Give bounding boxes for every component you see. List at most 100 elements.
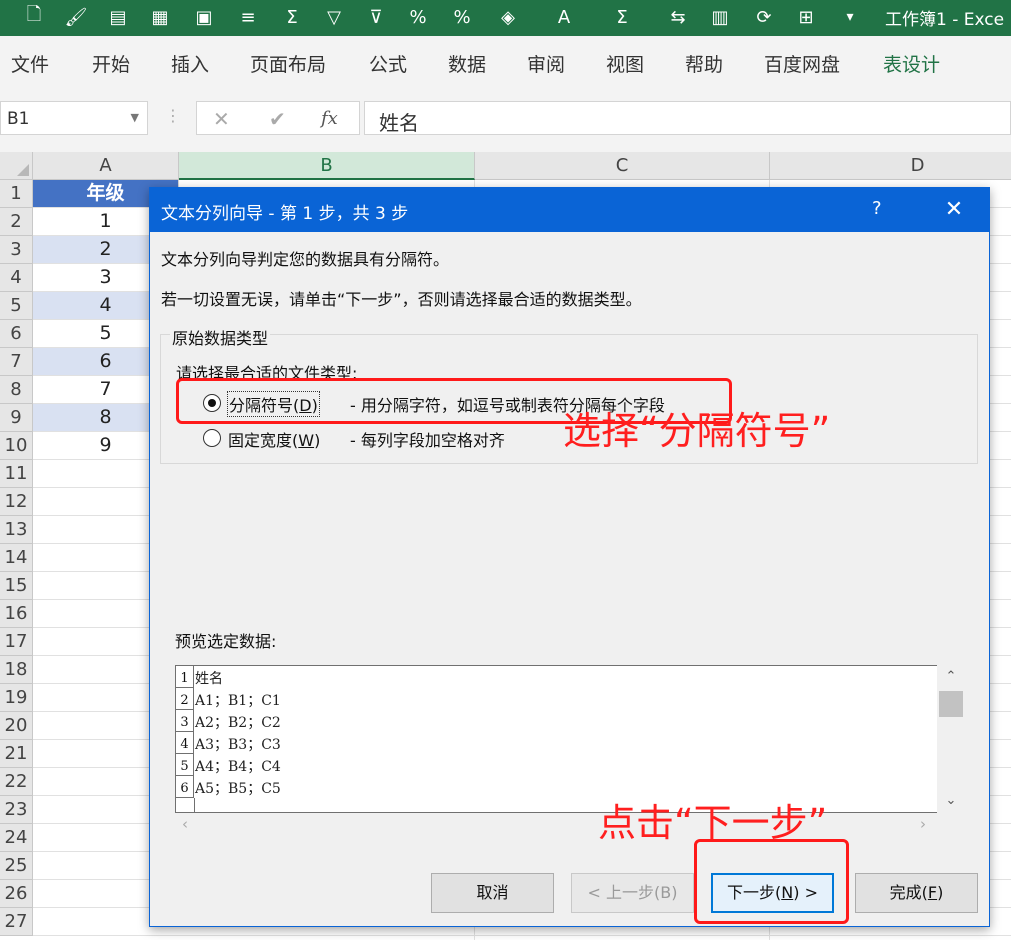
row-header[interactable]: 4 bbox=[0, 264, 33, 292]
scroll-thumb[interactable] bbox=[939, 691, 963, 717]
row-header[interactable]: 8 bbox=[0, 376, 33, 404]
tab-view[interactable]: 视图 bbox=[606, 50, 644, 77]
row-header[interactable]: 23 bbox=[0, 796, 33, 824]
tab-help[interactable]: 帮助 bbox=[685, 50, 723, 77]
scroll-left-icon[interactable]: ‹ bbox=[182, 815, 188, 833]
title-bar: 🗋 🖌 ▤ ▦ ▣ ≡ Σ ▽ ⊽ % % ◈ A Σ ⇆ ▥ ⟳ ⊞ ▾ 工作… bbox=[0, 0, 1011, 36]
tab-review[interactable]: 审阅 bbox=[527, 50, 565, 77]
fixed-width-description: - 每列字段加空格对齐 bbox=[350, 431, 505, 450]
column-header-b[interactable]: B bbox=[179, 152, 475, 180]
finish-button[interactable]: 完成(F) bbox=[855, 873, 978, 913]
percent-icon[interactable]: % bbox=[448, 4, 476, 30]
row-header[interactable]: 7 bbox=[0, 348, 33, 376]
formula-input[interactable]: 姓名 bbox=[364, 101, 1011, 135]
preview-vertical-scrollbar[interactable]: ⌃ ⌄ bbox=[937, 665, 965, 813]
tab-baidu-netdisk[interactable]: 百度网盘 bbox=[764, 50, 840, 77]
sum-icon[interactable]: Σ bbox=[278, 4, 306, 30]
cancel-icon[interactable]: ✕ bbox=[213, 107, 230, 131]
tab-data[interactable]: 数据 bbox=[448, 50, 486, 77]
row-header[interactable]: 16 bbox=[0, 600, 33, 628]
splitter-handle[interactable]: ⋮ bbox=[165, 106, 181, 125]
autosum-icon[interactable]: Σ bbox=[608, 4, 636, 30]
preview-row-number: 2 bbox=[176, 688, 194, 710]
tab-file[interactable]: 文件 bbox=[11, 50, 49, 77]
format-painter-icon[interactable]: 🖌 bbox=[62, 4, 90, 30]
help-icon[interactable]: ? bbox=[872, 198, 882, 219]
name-box-value: B1 bbox=[7, 109, 30, 129]
row-header[interactable]: 26 bbox=[0, 880, 33, 908]
row-header[interactable]: 10 bbox=[0, 432, 33, 460]
row-header[interactable]: 2 bbox=[0, 208, 33, 236]
align-icon[interactable]: ≡ bbox=[234, 4, 262, 30]
more-icon[interactable]: ▾ bbox=[836, 4, 864, 30]
row-header[interactable]: 14 bbox=[0, 544, 33, 572]
preview-row-number: 4 bbox=[176, 732, 194, 754]
annotation-box-next bbox=[694, 839, 849, 924]
row-header[interactable]: 6 bbox=[0, 320, 33, 348]
row-header[interactable]: 19 bbox=[0, 684, 33, 712]
tab-insert[interactable]: 插入 bbox=[171, 50, 209, 77]
row-header[interactable]: 15 bbox=[0, 572, 33, 600]
row-header[interactable]: 3 bbox=[0, 236, 33, 264]
row-header[interactable]: 20 bbox=[0, 712, 33, 740]
row-header[interactable]: 22 bbox=[0, 768, 33, 796]
formula-bar: B1 ▼ ⋮ ✕ ✔ fx 姓名 bbox=[0, 88, 1011, 152]
data-preview[interactable]: 1 姓名 2 A1；B1；C1 3 A2；B2；C2 4 A3；B3；C3 5 A4；B4；C4 6… bbox=[175, 665, 938, 813]
column-header-a[interactable]: A bbox=[33, 152, 179, 180]
row-header[interactable]: 9 bbox=[0, 404, 33, 432]
percent-decimal-icon[interactable]: % bbox=[404, 4, 432, 30]
name-box[interactable]: B1 ▼ bbox=[0, 101, 148, 135]
row-header[interactable]: 1 bbox=[0, 180, 33, 208]
row-header[interactable]: 18 bbox=[0, 656, 33, 684]
dialog-title-bar: 文本分列向导 - 第 1 步，共 3 步 ? ✕ bbox=[150, 188, 989, 232]
preview-row-text: A1；B1；C1 bbox=[195, 693, 281, 709]
row-header[interactable]: 25 bbox=[0, 852, 33, 880]
row-header[interactable]: 21 bbox=[0, 740, 33, 768]
scroll-up-icon[interactable]: ⌃ bbox=[937, 665, 965, 689]
filter-icon[interactable]: ▽ bbox=[320, 4, 348, 30]
preview-row-number: 3 bbox=[176, 710, 194, 732]
refresh-icon[interactable]: ⟳ bbox=[750, 4, 778, 30]
close-icon[interactable]: ✕ bbox=[936, 194, 972, 226]
back-button[interactable]: < 上一步(B) bbox=[571, 873, 694, 913]
fill-color-icon[interactable]: ◈ bbox=[494, 4, 522, 30]
cancel-button[interactable]: 取消 bbox=[431, 873, 554, 913]
scroll-down-icon[interactable]: ⌄ bbox=[937, 789, 965, 813]
scroll-right-icon[interactable]: › bbox=[920, 815, 926, 833]
preview-row-number: 6 bbox=[176, 776, 194, 798]
freeze-icon[interactable]: ▥ bbox=[706, 4, 734, 30]
fixed-width-label[interactable]: 固定宽度(W) bbox=[228, 427, 320, 451]
font-color-icon[interactable]: A bbox=[550, 4, 578, 30]
confirm-icon[interactable]: ✔ bbox=[269, 107, 286, 131]
film-icon[interactable]: ▣ bbox=[190, 4, 218, 30]
fixed-width-radio[interactable] bbox=[203, 429, 221, 447]
insert-function-icon[interactable]: fx bbox=[321, 108, 338, 129]
file-icon[interactable]: 🗋 bbox=[20, 4, 48, 30]
row-header[interactable]: 5 bbox=[0, 292, 33, 320]
preview-row-text: A4；B4；C4 bbox=[195, 759, 281, 775]
preview-row-text: A3；B3；C3 bbox=[195, 737, 281, 753]
select-all-corner[interactable] bbox=[0, 152, 33, 180]
tab-formulas[interactable]: 公式 bbox=[369, 50, 407, 77]
column-header-c[interactable]: C bbox=[475, 152, 770, 180]
tab-page-layout[interactable]: 页面布局 bbox=[250, 50, 326, 77]
tab-home[interactable]: 开始 bbox=[92, 50, 130, 77]
row-header[interactable]: 13 bbox=[0, 516, 33, 544]
text-to-columns-icon[interactable]: ⇆ bbox=[664, 4, 692, 30]
ribbon-tabs: 文件 开始 插入 页面布局 公式 数据 审阅 视图 帮助 百度网盘 表设计 bbox=[0, 36, 1011, 89]
clear-filter-icon[interactable]: ⊽ bbox=[362, 4, 390, 30]
row-gridline bbox=[33, 935, 1011, 936]
row-header[interactable]: 24 bbox=[0, 824, 33, 852]
row-header[interactable]: 12 bbox=[0, 488, 33, 516]
tab-table-design[interactable]: 表设计 bbox=[883, 50, 940, 77]
row-header[interactable]: 27 bbox=[0, 908, 33, 936]
borders-icon[interactable]: ⊞ bbox=[792, 4, 820, 30]
row-header[interactable]: 17 bbox=[0, 628, 33, 656]
row-header[interactable]: 11 bbox=[0, 460, 33, 488]
preview-row-number-gutter bbox=[176, 798, 195, 812]
chevron-down-icon[interactable]: ▼ bbox=[131, 111, 139, 124]
grid-icon[interactable]: ▦ bbox=[146, 4, 174, 30]
wizard-message-1: 文本分列向导判定您的数据具有分隔符。 bbox=[161, 250, 450, 269]
column-header-d[interactable]: D bbox=[770, 152, 1011, 180]
table-icon[interactable]: ▤ bbox=[104, 4, 132, 30]
